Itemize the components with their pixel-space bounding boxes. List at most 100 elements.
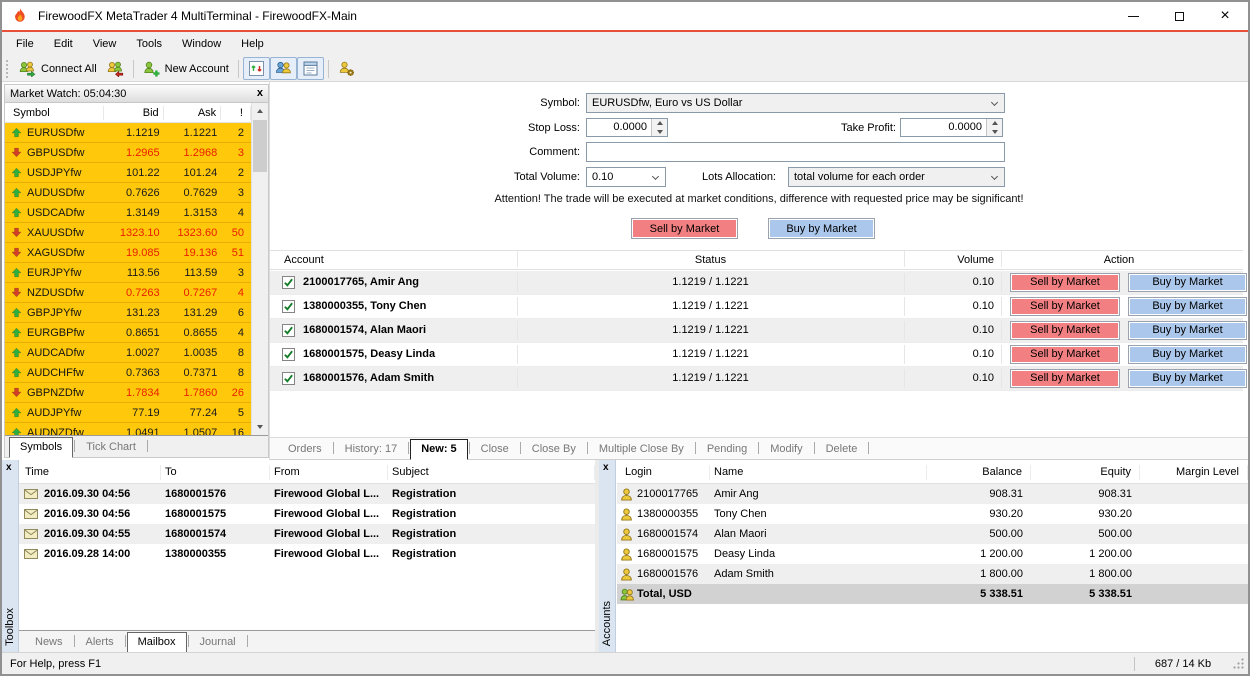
row-sell-by-market-button[interactable]: Sell by Market — [1010, 297, 1120, 316]
stop-loss-stepper[interactable] — [651, 119, 667, 136]
comment-input[interactable] — [586, 142, 1005, 162]
account-row[interactable]: 1680001575Deasy Linda1 200.001 200.00 — [617, 544, 1248, 564]
stop-loss-input[interactable]: 0.0000 — [586, 118, 668, 137]
toolbox-close-button[interactable]: x — [6, 462, 12, 473]
market-watch-row[interactable]: GBPJPYfw131.23131.296 — [5, 303, 251, 323]
account-checkbox[interactable] — [282, 372, 295, 385]
market-watch-row[interactable]: GBPUSDfw1.29651.29683 — [5, 143, 251, 163]
disconnect-icon — [107, 60, 124, 77]
tab-new-5[interactable]: New: 5 — [410, 439, 467, 460]
person-icon — [620, 528, 637, 541]
close-button[interactable]: × — [1202, 2, 1248, 30]
ask-value: 131.29 — [164, 307, 222, 319]
tab-orders[interactable]: Orders — [278, 440, 332, 459]
account-checkbox[interactable] — [282, 300, 295, 313]
tab-tick-chart[interactable]: Tick Chart — [76, 438, 146, 457]
account-row[interactable]: 2100017765Amir Ang908.31908.31 — [617, 484, 1248, 504]
market-watch-row[interactable]: EURGBPfw0.86510.86554 — [5, 323, 251, 343]
market-watch-row[interactable]: AUDUSDfw0.76260.76293 — [5, 183, 251, 203]
order-row[interactable]: 1680001575, Deasy Linda1.1219 / 1.12210.… — [270, 343, 1243, 367]
row-buy-by-market-button[interactable]: Buy by Market — [1128, 345, 1247, 364]
menu-item-edit[interactable]: Edit — [44, 34, 83, 54]
resize-grip[interactable] — [1231, 656, 1247, 672]
connect-all-label: Connect All — [41, 63, 97, 75]
market-watch-row[interactable]: EURUSDfw1.12191.12212 — [5, 123, 251, 143]
disconnect-all-button[interactable] — [102, 57, 129, 80]
account-checkbox[interactable] — [282, 348, 295, 361]
prices-toggle-button[interactable] — [243, 57, 270, 80]
market-watch-row[interactable]: USDCADfw1.31491.31534 — [5, 203, 251, 223]
tab-journal[interactable]: Journal — [190, 633, 246, 652]
mail-row[interactable]: 2016.09.30 04:561680001575Firewood Globa… — [19, 504, 595, 524]
menu-item-file[interactable]: File — [6, 34, 44, 54]
tab-history-17[interactable]: History: 17 — [335, 440, 408, 459]
take-profit-input[interactable]: 0.0000 — [900, 118, 1003, 137]
tab-symbols[interactable]: Symbols — [9, 437, 73, 458]
row-buy-by-market-button[interactable]: Buy by Market — [1128, 273, 1247, 292]
tab-close-by[interactable]: Close By — [522, 440, 586, 459]
row-sell-by-market-button[interactable]: Sell by Market — [1010, 321, 1120, 340]
menu-item-help[interactable]: Help — [231, 34, 274, 54]
connect-all-button[interactable]: Connect All — [14, 57, 102, 80]
row-sell-by-market-button[interactable]: Sell by Market — [1010, 345, 1120, 364]
take-profit-stepper[interactable] — [986, 119, 1002, 136]
order-row[interactable]: 2100017765, Amir Ang1.1219 / 1.12210.10S… — [270, 271, 1243, 295]
symbol-select[interactable]: EURUSDfw, Euro vs US Dollar — [586, 93, 1005, 113]
toolbar-grip[interactable] — [6, 60, 10, 78]
new-account-button[interactable]: New Account — [138, 57, 234, 80]
accounts-close-button[interactable]: x — [603, 462, 609, 473]
buy-by-market-button[interactable]: Buy by Market — [768, 218, 875, 239]
market-watch-row[interactable]: AUDJPYfw77.1977.245 — [5, 403, 251, 423]
tab-separator — [695, 442, 696, 454]
status-cell: 1.1219 / 1.1221 — [517, 276, 904, 288]
tab-mailbox[interactable]: Mailbox — [127, 632, 187, 653]
row-sell-by-market-button[interactable]: Sell by Market — [1010, 273, 1120, 292]
row-buy-by-market-button[interactable]: Buy by Market — [1128, 297, 1247, 316]
row-buy-by-market-button[interactable]: Buy by Market — [1128, 321, 1247, 340]
market-watch-row[interactable]: GBPNZDfw1.78341.786026 — [5, 383, 251, 403]
account-checkbox[interactable] — [282, 324, 295, 337]
tab-pending[interactable]: Pending — [697, 440, 757, 459]
market-watch-row[interactable]: AUDCHFfw0.73630.73718 — [5, 363, 251, 383]
market-watch-close-button[interactable]: x — [257, 88, 263, 99]
market-watch-row[interactable]: EURJPYfw113.56113.593 — [5, 263, 251, 283]
maximize-button[interactable] — [1156, 2, 1202, 30]
mail-row[interactable]: 2016.09.30 04:551680001574Firewood Globa… — [19, 524, 595, 544]
account-checkbox[interactable] — [282, 276, 295, 289]
tab-news[interactable]: News — [25, 633, 73, 652]
market-watch-row[interactable]: AUDCADfw1.00271.00358 — [5, 343, 251, 363]
market-watch-row[interactable]: NZDUSDfw0.72630.72674 — [5, 283, 251, 303]
row-buy-by-market-button[interactable]: Buy by Market — [1128, 369, 1247, 388]
market-watch-row[interactable]: XAUUSDfw1323.101323.6050 — [5, 223, 251, 243]
tab-close[interactable]: Close — [471, 440, 519, 459]
tab-multiple-close-by[interactable]: Multiple Close By — [589, 440, 694, 459]
lots-allocation-select[interactable]: total volume for each order — [788, 167, 1005, 187]
report-toggle-button[interactable] — [297, 57, 324, 80]
menu-item-tools[interactable]: Tools — [126, 34, 172, 54]
market-watch-row[interactable]: XAGUSDfw19.08519.13651 — [5, 243, 251, 263]
order-row[interactable]: 1380000355, Tony Chen1.1219 / 1.12210.10… — [270, 295, 1243, 319]
market-watch-scrollbar[interactable] — [251, 103, 268, 435]
menu-item-window[interactable]: Window — [172, 34, 231, 54]
scrollbar-thumb[interactable] — [253, 120, 267, 172]
mail-row[interactable]: 2016.09.28 14:001380000355Firewood Globa… — [19, 544, 595, 564]
scroll-down-icon[interactable] — [252, 419, 268, 435]
market-watch-row[interactable]: AUDNZDfw1.04911.050716 — [5, 423, 251, 435]
row-sell-by-market-button[interactable]: Sell by Market — [1010, 369, 1120, 388]
tab-delete[interactable]: Delete — [816, 440, 868, 459]
account-row[interactable]: 1680001574Alan Maori500.00500.00 — [617, 524, 1248, 544]
scroll-up-icon[interactable] — [252, 103, 268, 119]
minimize-button[interactable] — [1110, 2, 1156, 30]
account-row[interactable]: 1680001576Adam Smith1 800.001 800.00 — [617, 564, 1248, 584]
account-row[interactable]: 1380000355Tony Chen930.20930.20 — [617, 504, 1248, 524]
order-row[interactable]: 1680001576, Adam Smith1.1219 / 1.12210.1… — [270, 367, 1243, 391]
market-watch-row[interactable]: USDJPYfw101.22101.242 — [5, 163, 251, 183]
order-row[interactable]: 1680001574, Alan Maori1.1219 / 1.12210.1… — [270, 319, 1243, 343]
tab-modify[interactable]: Modify — [760, 440, 812, 459]
sell-by-market-button[interactable]: Sell by Market — [631, 218, 738, 239]
accounts-toggle-button[interactable] — [270, 57, 297, 80]
menu-item-view[interactable]: View — [83, 34, 127, 54]
mail-row[interactable]: 2016.09.30 04:561680001576Firewood Globa… — [19, 484, 595, 504]
settings-button[interactable] — [333, 57, 360, 80]
tab-alerts[interactable]: Alerts — [76, 633, 124, 652]
